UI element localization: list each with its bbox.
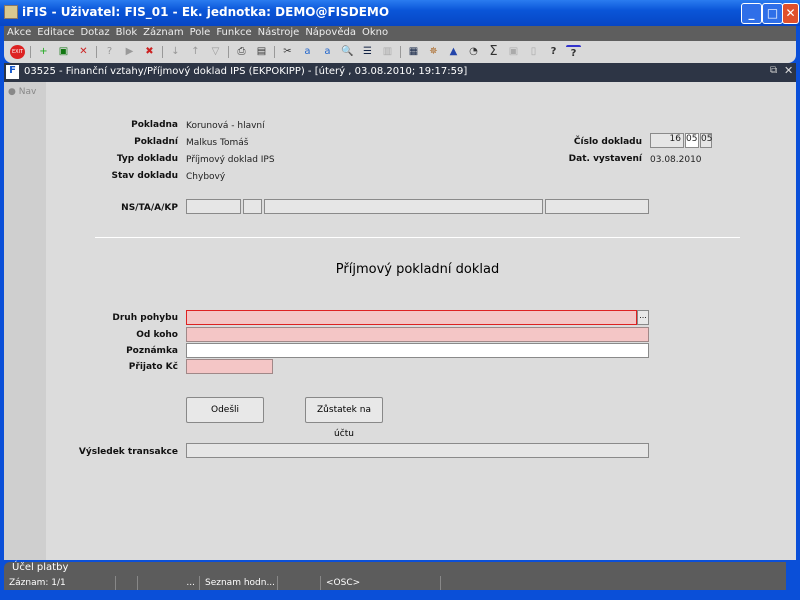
status-cell xyxy=(116,576,138,590)
send-button[interactable]: Odešli xyxy=(186,397,264,423)
app-icon xyxy=(4,5,18,19)
sum-icon[interactable]: Σ xyxy=(486,45,501,59)
section-heading: Příjmový pokladní doklad xyxy=(335,262,500,277)
a-field[interactable] xyxy=(264,199,543,214)
copy-icon[interactable]: a xyxy=(300,45,315,59)
list-status: Seznam hodn... xyxy=(200,576,278,590)
ta-field[interactable] xyxy=(243,199,262,214)
druh-pohybu-input[interactable] xyxy=(186,310,637,325)
balance-button[interactable]: Zůstatek na účtu xyxy=(305,397,383,439)
typ-label: Typ dokladu xyxy=(116,154,178,164)
menu-editace[interactable]: Editace xyxy=(37,27,74,38)
ns-label: NS/TA/A/KP xyxy=(121,203,178,213)
clock-icon[interactable]: ◔ xyxy=(466,45,481,59)
nav-icon: ● xyxy=(8,87,16,97)
separator xyxy=(30,46,31,58)
minimize-button[interactable]: _ xyxy=(741,3,762,24)
paste-icon[interactable]: a xyxy=(320,45,335,59)
menu-dotaz[interactable]: Dotaz xyxy=(80,27,109,38)
status-dots: ... xyxy=(138,576,200,590)
cislo-field-1[interactable]: 16 xyxy=(650,133,684,148)
result-field xyxy=(186,443,649,458)
result-label: Výsledek transakce xyxy=(78,447,178,457)
nav-label: Nav xyxy=(18,87,37,97)
pokladna-label: Pokladna xyxy=(131,120,178,130)
lov-button[interactable]: ... xyxy=(637,310,649,325)
cislo-field-2[interactable]: 05 xyxy=(685,133,699,148)
document-icon[interactable]: ▯ xyxy=(526,45,541,59)
divider xyxy=(95,237,740,238)
window-title: iFIS - Uživatel: FIS_01 - Ek. jednotka: … xyxy=(0,0,800,26)
poznamka-input[interactable] xyxy=(186,343,649,358)
odkoho-label: Od koho xyxy=(136,330,178,340)
separator xyxy=(228,46,229,58)
typ-value: Příjmový doklad IPS xyxy=(186,155,275,165)
pokladni-label: Pokladní xyxy=(134,137,178,147)
save-record-icon[interactable]: ▣ xyxy=(56,45,71,59)
kp-field[interactable] xyxy=(545,199,649,214)
menu-nastroje[interactable]: Nástroje xyxy=(258,27,300,38)
druh-label: Druh pohybu xyxy=(112,313,178,323)
export-icon[interactable]: ▦ xyxy=(406,45,421,59)
prijato-input[interactable] xyxy=(186,359,273,374)
print-setup-icon[interactable]: ▤ xyxy=(254,45,269,59)
dat-label: Dat. vystavení xyxy=(568,154,642,164)
triangle-icon[interactable]: ▲ xyxy=(446,45,461,59)
ns-field[interactable] xyxy=(186,199,241,214)
delete-record-icon[interactable]: ✕ xyxy=(76,45,91,59)
find-icon[interactable]: 🔍 xyxy=(340,45,355,59)
od-koho-input[interactable] xyxy=(186,327,649,342)
filter-icon[interactable]: ▽ xyxy=(208,45,223,59)
status-bar: Záznam: 1/1 ... Seznam hodn... <OSC> xyxy=(4,576,786,590)
form-title: 03525 - Finanční vztahy/Příjmový doklad … xyxy=(4,63,796,82)
toolbar: EXIT + ▣ ✕ ? ▶ ✖ ↓ ↑ ▽ ⎙ ▤ ✂ a a 🔍 ☰ ▥ ▦… xyxy=(4,41,796,63)
list-icon[interactable]: ☰ xyxy=(360,45,375,59)
query-icon[interactable]: ? xyxy=(102,45,117,59)
cislo-label: Číslo dokladu xyxy=(573,137,642,147)
prijato-label: Přijato Kč xyxy=(128,362,178,372)
close-form-icon[interactable]: ✕ xyxy=(784,64,793,77)
cancel-query-icon[interactable]: ✖ xyxy=(142,45,157,59)
separator xyxy=(400,46,401,58)
cislo-field-3[interactable]: 05 xyxy=(700,133,712,148)
poznamka-label: Poznámka xyxy=(126,346,178,356)
maximize-button[interactable]: □ xyxy=(762,3,783,24)
insert-record-icon[interactable]: + xyxy=(36,45,51,59)
menu-akce[interactable]: Akce xyxy=(7,27,31,38)
separator xyxy=(274,46,275,58)
cut-icon[interactable]: ✂ xyxy=(280,45,295,59)
print-icon[interactable]: ⎙ xyxy=(234,45,249,59)
menu-okno[interactable]: Okno xyxy=(362,27,388,38)
context-help-icon[interactable]: ? xyxy=(566,45,581,59)
pokladni-value: Malkus Tomáš xyxy=(186,138,249,148)
close-button[interactable]: ✕ xyxy=(782,3,799,24)
record-status: Záznam: 1/1 xyxy=(4,576,116,590)
wheel-icon[interactable]: ✵ xyxy=(426,45,441,59)
execute-query-icon[interactable]: ▶ xyxy=(122,45,137,59)
restore-form-icon[interactable]: ⧉ xyxy=(770,65,777,76)
menu-bar: Akce Editace Dotaz Blok Záznam Pole Funkce Nást… xyxy=(4,26,796,41)
sort-desc-icon[interactable]: ↑ xyxy=(188,45,203,59)
hint-bar: Účel platby xyxy=(4,562,786,576)
stav-label: Stav dokladu xyxy=(111,171,178,181)
separator xyxy=(162,46,163,58)
ifis-logo-icon: F xyxy=(6,65,19,79)
sort-asc-icon[interactable]: ↓ xyxy=(168,45,183,59)
menu-blok[interactable]: Blok xyxy=(116,27,138,38)
separator xyxy=(96,46,97,58)
menu-zaznam[interactable]: Záznam xyxy=(143,27,183,38)
dat-value: 03.08.2010 xyxy=(650,155,702,165)
columns-icon[interactable]: ▥ xyxy=(380,45,395,59)
stav-value: Chybový xyxy=(186,172,226,182)
status-cell xyxy=(278,576,321,590)
menu-napoveda[interactable]: Nápověda xyxy=(305,27,356,38)
mode-status: <OSC> xyxy=(321,576,441,590)
menu-pole[interactable]: Pole xyxy=(190,27,211,38)
image-icon[interactable]: ▣ xyxy=(506,45,521,59)
menu-funkce[interactable]: Funkce xyxy=(216,27,251,38)
nav-panel[interactable]: ● Nav xyxy=(4,82,46,560)
exit-icon[interactable]: EXIT xyxy=(10,45,25,59)
pokladna-value: Korunová - hlavní xyxy=(186,121,265,131)
help-icon[interactable]: ? xyxy=(546,45,561,59)
